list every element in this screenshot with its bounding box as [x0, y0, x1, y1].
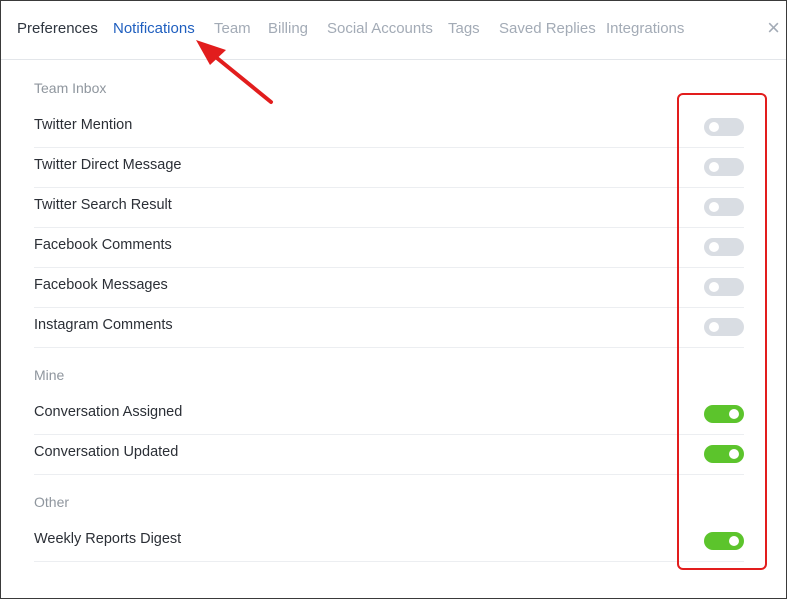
annotation-arrow-icon	[196, 40, 273, 104]
